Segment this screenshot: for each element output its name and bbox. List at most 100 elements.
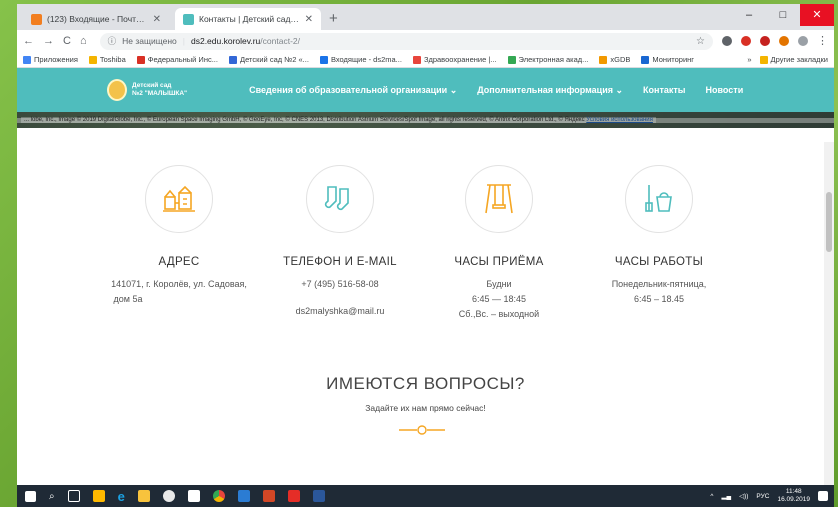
close-tab-icon[interactable]: ✕ — [153, 14, 161, 25]
account-icon[interactable] — [798, 36, 808, 46]
phone-number[interactable]: +7 (495) 516-58-08 — [301, 279, 378, 289]
contact-work-hours: ЧАСЫ РАБОТЫ Понедельник-пятница, 6:45 – 1… — [579, 165, 739, 307]
site-navigation: Детский сад №2 "МАЛЫШКА" Сведения об обр… — [17, 68, 834, 112]
bookmark-star-icon[interactable]: ☆ — [696, 36, 705, 47]
address-divider: | — [182, 36, 185, 46]
extensions: ⋮ — [722, 36, 828, 47]
map-strip[interactable]: ... lobe, Inc., Image © 2019 DigitalGlob… — [17, 112, 834, 128]
page-scrollbar[interactable] — [824, 142, 834, 485]
notifications-icon[interactable] — [818, 491, 828, 501]
playground-icon — [163, 185, 195, 212]
tray-chevron-icon[interactable]: ^ — [710, 493, 713, 500]
network-icon[interactable]: ▂▄ — [721, 492, 731, 500]
other-bookmarks[interactable]: Другие закладки — [759, 55, 828, 64]
address-bar[interactable]: ⓘ Не защищено | ds2.edu.korolev.ru/conta… — [99, 32, 713, 50]
mail-icon[interactable] — [187, 490, 200, 502]
bookmark-kindergarten[interactable]: Детский сад №2 «... — [228, 55, 309, 64]
bookmark-apps[interactable]: Приложения — [23, 55, 78, 64]
reload-button[interactable]: C — [63, 35, 71, 47]
forward-button[interactable]: → — [43, 35, 54, 47]
store-icon[interactable] — [92, 490, 105, 502]
address-line1: 141071, г. Королёв, ул. Садовая, — [111, 279, 247, 289]
bookmark-xgdb[interactable]: xGDB — [599, 55, 630, 64]
bookmark-academy[interactable]: Электронная акад... — [507, 55, 588, 64]
word-icon[interactable] — [312, 490, 325, 502]
contact-title: ТЕЛЕФОН И E-MAIL — [283, 256, 397, 268]
bookmark-federal[interactable]: Федеральный Инс... — [136, 55, 218, 64]
contacts-content: АДРЕС 141071, г. Королёв, ул. Садовая, до… — [17, 128, 834, 445]
profile-avatar-icon[interactable] — [779, 36, 789, 46]
start-icon[interactable] — [25, 490, 36, 502]
reception-time: 6:45 — 18:45 — [471, 294, 527, 304]
bookmark-label: Входящие - ds2ma... — [330, 55, 402, 64]
volume-icon[interactable]: ◁)) — [739, 492, 748, 500]
logo-emblem-icon — [107, 79, 127, 101]
site-favicon-icon — [183, 13, 194, 25]
extension-gray-icon[interactable] — [722, 36, 732, 46]
yandex-icon[interactable] — [162, 490, 175, 502]
bookmark-label: Другие закладки — [770, 55, 828, 64]
language-indicator[interactable]: РУС — [756, 493, 769, 500]
app-blue-icon[interactable] — [237, 490, 250, 502]
contact-phone: ТЕЛЕФОН И E-MAIL +7 (495) 516-58-08 ds2ma… — [260, 165, 420, 319]
bookmark-inbox[interactable]: Входящие - ds2ma... — [319, 55, 402, 64]
home-button[interactable]: ⌂ — [80, 35, 87, 47]
contact-title: ЧАСЫ РАБОТЫ — [614, 256, 704, 268]
system-tray: ^ ▂▄ ◁)) РУС 11:48 16.09.2019 — [710, 485, 828, 507]
minimize-button[interactable]: – — [732, 4, 766, 26]
contact-text: Понедельник-пятница, 6:45 – 18.45 — [579, 277, 739, 307]
divider-ornament-icon — [399, 425, 445, 435]
clock-date: 16.09.2019 — [777, 496, 810, 503]
map-terms-link[interactable]: Условия использования — [586, 117, 653, 123]
search-icon[interactable]: ⌕ — [49, 491, 55, 502]
bookmark-label: Детский сад №2 «... — [239, 55, 309, 64]
tab-contacts[interactable]: Контакты | Детский сад №2 ✕ — [175, 8, 321, 30]
edge-icon[interactable]: e — [118, 489, 125, 504]
scrollbar-thumb[interactable] — [826, 192, 832, 252]
folder-icon — [759, 55, 768, 64]
bookmark-monitoring[interactable]: Мониторинг — [641, 55, 694, 64]
clock[interactable]: 11:48 16.09.2019 — [777, 488, 810, 504]
bookmark-toshiba[interactable]: Toshiba — [88, 55, 126, 64]
address-host: ds2.edu.korolev.ru — [190, 36, 261, 46]
close-tab-icon[interactable]: ✕ — [305, 14, 313, 25]
bookmark-favicon-icon — [319, 55, 328, 64]
menu-item-news[interactable]: Новости — [705, 85, 743, 96]
explorer-icon[interactable] — [137, 490, 150, 502]
pdf-icon[interactable] — [287, 490, 300, 502]
powerpoint-icon[interactable] — [262, 490, 275, 502]
stop-icon[interactable] — [760, 36, 770, 46]
questions-section: ИМЕЮТСЯ ВОПРОСЫ? Задайте их нам прямо се… — [17, 374, 834, 413]
bookmark-favicon-icon — [136, 55, 145, 64]
menu-item-contacts[interactable]: Контакты — [643, 85, 685, 96]
main-menu: Сведения об образовательной организации … — [249, 85, 743, 96]
task-view-icon[interactable] — [67, 490, 80, 502]
bookmark-favicon-icon — [599, 55, 608, 64]
site-logo[interactable]: Детский сад №2 "МАЛЫШКА" — [107, 79, 187, 101]
swing-icon — [485, 184, 513, 214]
info-icon[interactable]: ⓘ — [108, 35, 117, 47]
menu-dots-icon[interactable]: ⋮ — [817, 36, 828, 47]
bookmark-label: Мониторинг — [652, 55, 695, 64]
bookmark-health[interactable]: Здравоохранение |... — [412, 55, 497, 64]
chrome-icon[interactable] — [212, 490, 225, 502]
map-attribution: ... lobe, Inc., Image © 2019 DigitalGlob… — [21, 117, 656, 123]
bookmark-label: Здравоохранение |... — [423, 55, 497, 64]
bookmarks-overflow-button[interactable]: » — [747, 55, 751, 64]
new-tab-button[interactable]: + — [329, 10, 338, 27]
reception-weekend: Сб.,Вс. – выходной — [458, 309, 540, 319]
tab-mail[interactable]: (123) Входящие - Почта Mail.ru ✕ — [23, 8, 169, 30]
menu-item-about[interactable]: Сведения об образовательной организации … — [249, 85, 457, 96]
bookmarks-right: » Другие закладки — [747, 55, 828, 64]
menu-item-extra[interactable]: Дополнительная информация ⌄ — [477, 85, 623, 96]
adblock-shield-icon[interactable] — [741, 36, 751, 46]
sandbox-icon — [645, 185, 672, 212]
contact-text: Будни 6:45 — 18:45 Сб.,Вс. – выходной — [419, 277, 579, 322]
bookmark-label: Федеральный Инс... — [147, 55, 218, 64]
email-link[interactable]: ds2malyshka@mail.ru — [296, 306, 385, 316]
folder-icon — [88, 55, 97, 64]
maximize-button[interactable]: □ — [766, 4, 800, 26]
bookmark-label: Приложения — [34, 55, 78, 64]
close-window-button[interactable]: ✕ — [800, 4, 834, 26]
back-button[interactable]: ← — [23, 35, 34, 47]
